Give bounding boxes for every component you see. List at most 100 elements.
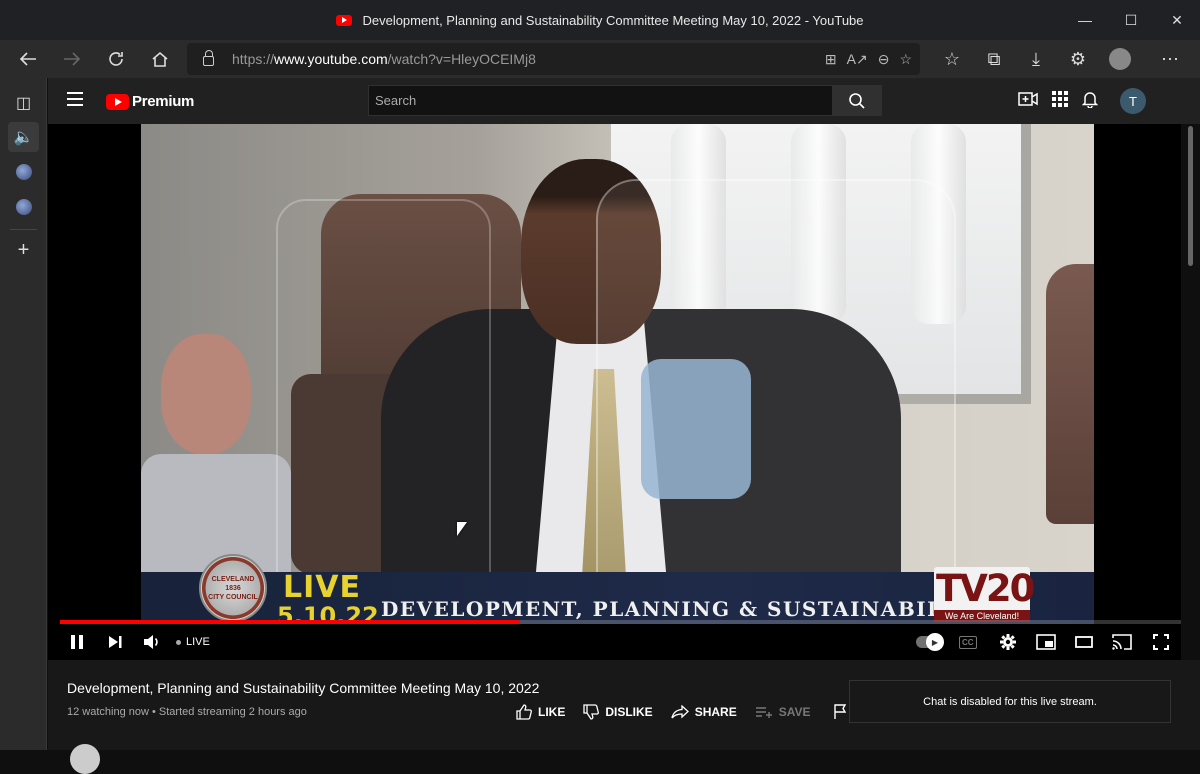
back-button[interactable]: [10, 43, 46, 75]
favorites-button[interactable]: ☆: [934, 43, 970, 75]
close-button[interactable]: ✕: [1154, 0, 1200, 40]
browser-toolbar: https://www.youtube.com/watch?v=HleyOCEI…: [0, 40, 1200, 78]
youtube-header: Premium Search T: [48, 78, 1200, 124]
page-scrollbar[interactable]: [1181, 124, 1200, 660]
tab-actions-icon: ◫: [15, 95, 32, 112]
extensions-icon: ⚙: [1069, 48, 1087, 69]
video-info-section: Development, Planning and Sustainability…: [48, 660, 1200, 774]
video-title: Development, Planning and Sustainability…: [67, 680, 540, 696]
collections-icon: ⧉: [987, 48, 1001, 69]
tv20-logo: TV20 We Are Cleveland!: [934, 567, 1035, 622]
maximize-button[interactable]: ☐: [1108, 0, 1154, 40]
search-placeholder: Search: [375, 93, 417, 108]
downloads-button[interactable]: ⤓: [1018, 43, 1054, 75]
broadcast-lower-third: CLEVELAND 1836 CITY COUNCIL LIVE 5.10.22…: [141, 554, 1094, 624]
app-available-icon[interactable]: ⊞: [825, 51, 837, 68]
back-arrow-icon: [19, 52, 36, 66]
overlay-live-label: LIVE: [283, 570, 361, 605]
favorites-icon: ☆: [943, 48, 961, 69]
window-title-bar: Development, Planning and Sustainability…: [0, 0, 1200, 40]
next-button[interactable]: [104, 624, 126, 660]
live-indicator[interactable]: LIVE: [176, 624, 210, 660]
scrollbar-thumb[interactable]: [1188, 126, 1193, 266]
video-meta: 12 watching now • Started streaming 2 ho…: [67, 706, 307, 718]
share-icon: [671, 705, 689, 719]
forward-button[interactable]: [54, 43, 90, 75]
dislike-button[interactable]: DISLIKE: [583, 704, 653, 720]
tab-favicon-icon: [15, 199, 32, 215]
live-chat-panel: Chat is disabled for this live stream.: [849, 680, 1171, 723]
zoom-icon[interactable]: ⊖: [878, 51, 890, 68]
youtube-logo[interactable]: Premium: [106, 93, 194, 110]
profile-avatar: [1109, 48, 1131, 70]
settings-button[interactable]: [998, 624, 1018, 660]
pause-icon: [71, 635, 83, 649]
overlay-committee-label: DEVELOPMENT, PLANNING & SUSTAINABILITY: [381, 597, 986, 621]
plus-icon: +: [17, 238, 30, 261]
sidebar-tab-2[interactable]: [8, 192, 39, 222]
tab-favicon-icon: [15, 164, 32, 180]
vertical-tabs-sidebar: ◫ 🔈 +: [0, 78, 47, 750]
youtube-brand-label: Premium: [132, 93, 195, 110]
channel-avatar[interactable]: [70, 744, 100, 774]
video-actions: LIKE DISLIKE SHARE SAVE: [516, 704, 847, 720]
cast-button[interactable]: [1111, 624, 1133, 660]
share-button[interactable]: SHARE: [671, 705, 737, 719]
collections-button[interactable]: ⧉: [976, 43, 1012, 75]
theater-icon: [1075, 636, 1093, 648]
captions-button[interactable]: CC: [959, 624, 977, 660]
sidebar-tab-audio[interactable]: 🔈: [8, 122, 39, 152]
mouse-cursor-icon: [457, 522, 467, 536]
search-button[interactable]: [832, 85, 882, 116]
url-protocol: https://: [232, 51, 275, 67]
refresh-button[interactable]: [98, 43, 134, 75]
like-button[interactable]: LIKE: [516, 704, 565, 720]
create-video-icon[interactable]: [1018, 91, 1038, 111]
menu-icon[interactable]: [67, 92, 83, 106]
fullscreen-button[interactable]: [1150, 624, 1172, 660]
url-host: www.youtube.com: [274, 51, 388, 67]
search-input[interactable]: Search: [368, 85, 833, 116]
home-button[interactable]: [142, 43, 178, 75]
url-path: /watch?v=HleyOCEIMj8: [387, 51, 536, 67]
tab-actions-button[interactable]: ◫: [8, 88, 39, 118]
add-favorite-icon[interactable]: ☆: [899, 51, 912, 68]
theater-mode-button[interactable]: [1073, 624, 1095, 660]
report-button[interactable]: [833, 704, 847, 720]
live-dot-icon: [176, 639, 181, 645]
miniplayer-button[interactable]: [1035, 624, 1057, 660]
extensions-button[interactable]: ⚙: [1060, 43, 1096, 75]
play-icon: ▶: [926, 633, 944, 651]
flag-icon: [833, 704, 846, 719]
account-avatar[interactable]: T: [1120, 88, 1146, 114]
window-title: Development, Planning and Sustainability…: [362, 12, 864, 28]
forward-arrow-icon: [64, 52, 81, 66]
youtube-favicon-icon: [336, 14, 353, 26]
mute-button[interactable]: [141, 624, 163, 660]
download-icon: ⤓: [1032, 48, 1040, 69]
search-icon: [849, 92, 865, 109]
sidebar-tab-1[interactable]: [8, 157, 39, 187]
save-button[interactable]: SAVE: [755, 705, 811, 719]
profile-button[interactable]: [1102, 43, 1138, 75]
video-frame: CLEVELAND 1836 CITY COUNCIL LIVE 5.10.22…: [141, 124, 1094, 624]
video-player[interactable]: CLEVELAND 1836 CITY COUNCIL LIVE 5.10.22…: [48, 124, 1181, 660]
cc-icon: CC: [959, 635, 977, 649]
notifications-bell-icon[interactable]: [1081, 90, 1099, 113]
gear-icon: [1000, 634, 1016, 650]
cast-icon: [1112, 634, 1132, 650]
address-bar[interactable]: https://www.youtube.com/watch?v=HleyOCEI…: [187, 43, 920, 75]
read-aloud-icon[interactable]: A↗: [847, 51, 868, 68]
video-controls: LIVE ▶ CC: [48, 624, 1181, 660]
skip-next-icon: [109, 636, 122, 648]
apps-grid-icon[interactable]: [1052, 90, 1068, 112]
more-button[interactable]: ⋯: [1152, 43, 1188, 75]
refresh-icon: [109, 52, 123, 66]
autoplay-toggle[interactable]: ▶: [916, 624, 944, 660]
add-to-playlist-icon: [755, 707, 772, 718]
minimize-button[interactable]: —: [1062, 0, 1108, 40]
thumbs-up-icon: [516, 704, 532, 720]
youtube-play-icon: [106, 93, 129, 110]
new-tab-button[interactable]: +: [8, 235, 39, 265]
pause-button[interactable]: [66, 624, 88, 660]
